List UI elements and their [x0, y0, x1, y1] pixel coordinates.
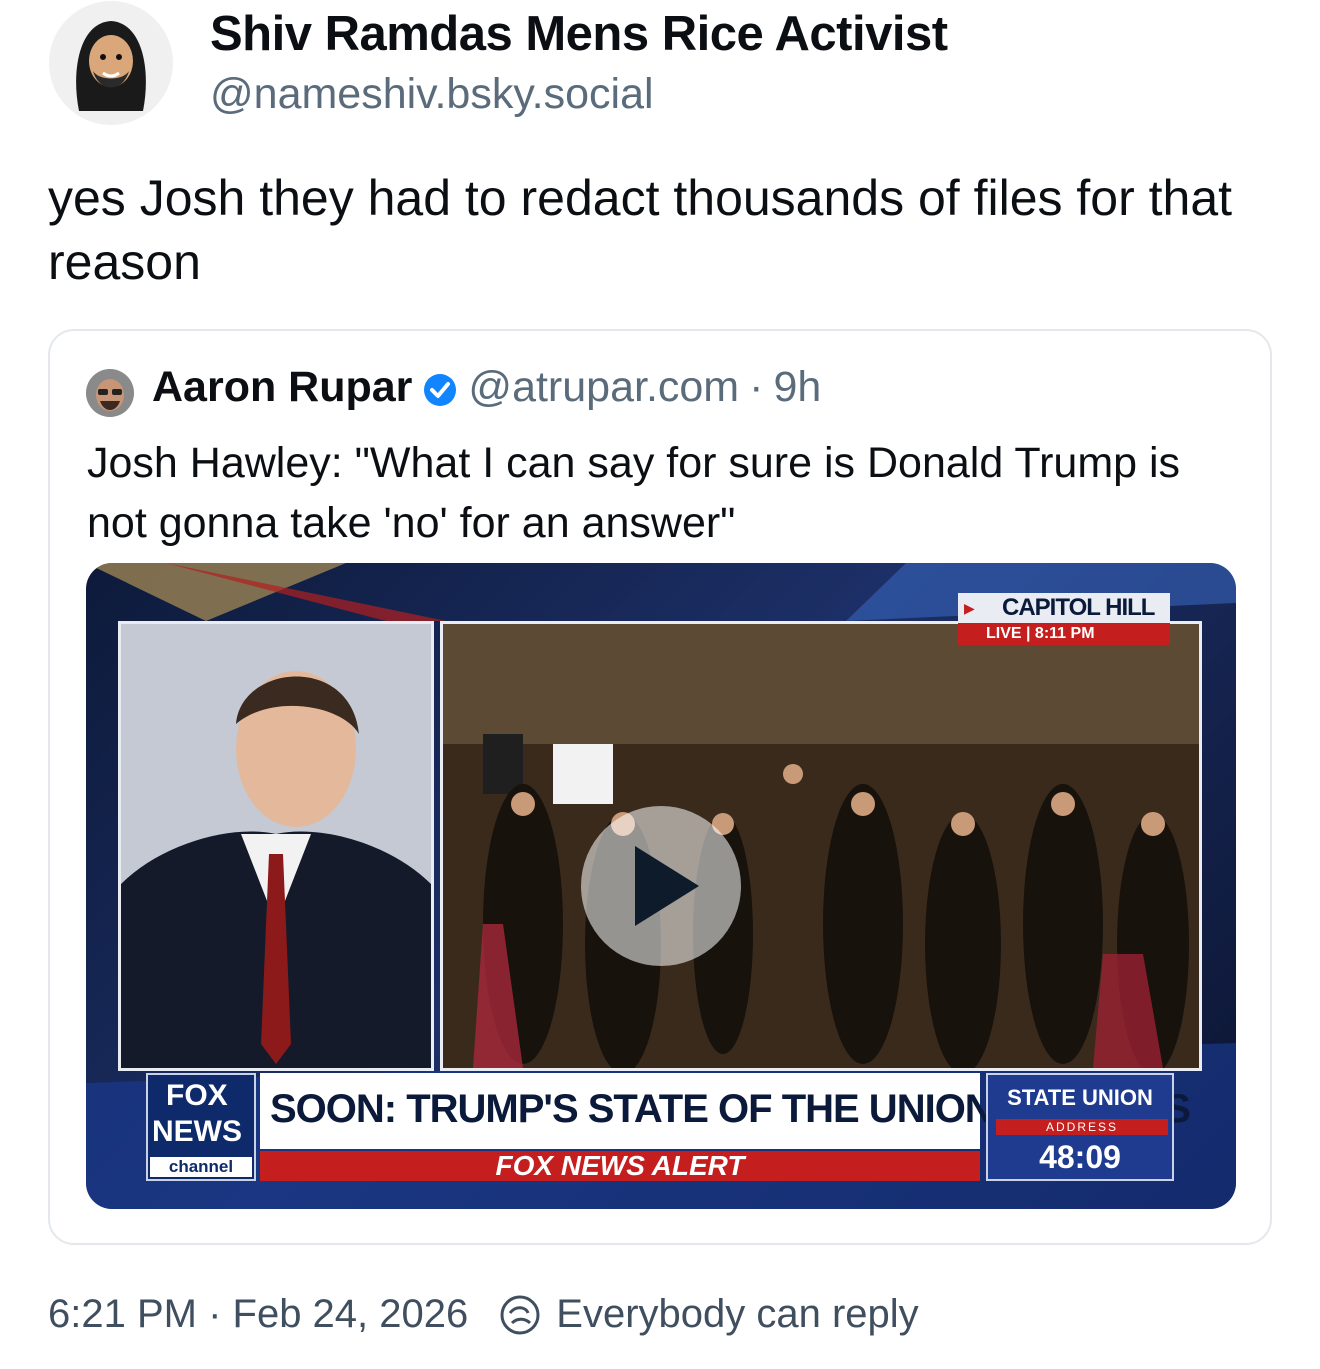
play-icon	[635, 846, 699, 926]
location-label: CAPITOL HILL	[958, 593, 1170, 623]
author-avatar[interactable]	[49, 1, 173, 125]
live-label: LIVE | 8:11 PM	[958, 623, 1170, 645]
location-bug: CAPITOL HILL LIVE | 8:11 PM	[958, 593, 1170, 649]
alert-banner: FOX NEWS ALERT	[260, 1151, 980, 1181]
verified-badge-icon	[422, 370, 458, 406]
post-text: yes Josh they had to redact thousands of…	[48, 170, 1233, 290]
sotu-subtitle: ADDRESS	[996, 1119, 1168, 1135]
quote-text: Josh Hawley: "What I can say for sure is…	[87, 439, 1181, 547]
quote-timestamp[interactable]: 9h	[773, 363, 821, 412]
logo-text-top: FOX	[166, 1079, 228, 1112]
logo-text-mid: NEWS	[152, 1115, 242, 1148]
reply-setting-icon	[498, 1293, 542, 1337]
quote-author-handle[interactable]: @atrupar.com	[468, 363, 739, 412]
news-lower-third: FOX NEWS channel SOON: TRUMP'S STATE OF …	[146, 1073, 1191, 1181]
state-of-union-box: STATE UNION ADDRESS 48:09	[986, 1073, 1174, 1181]
reply-setting-label[interactable]: Everybody can reply	[556, 1292, 918, 1337]
quote-author-name[interactable]: Aaron Rupar	[152, 363, 412, 412]
logo-text-bottom: channel	[150, 1157, 252, 1177]
play-button[interactable]	[581, 806, 741, 966]
quote-header: Aaron Rupar @atrupar.com · 9h	[152, 363, 821, 412]
alert-text: FOX NEWS ALERT	[495, 1150, 745, 1181]
post-footer: 6:21 PM · Feb 24, 2026 Everybody can rep…	[48, 1292, 919, 1337]
headline-box: SOON: TRUMP'S STATE OF THE UNION ADDRESS	[260, 1073, 1191, 1149]
sotu-title: STATE UNION	[1007, 1085, 1153, 1110]
separator-dot: ·	[749, 363, 764, 411]
post-timestamp[interactable]: 6:21 PM · Feb 24, 2026	[48, 1292, 468, 1337]
author-handle[interactable]: @nameshiv.bsky.social	[210, 70, 654, 119]
video-frame-capitol	[440, 621, 1202, 1071]
video-player[interactable]: CAPITOL HILL LIVE | 8:11 PM FOX NEWS cha…	[86, 563, 1236, 1209]
quoted-post-card[interactable]: Aaron Rupar @atrupar.com · 9h Josh Hawle…	[48, 329, 1272, 1245]
video-frame-guest	[118, 621, 434, 1071]
quote-author-avatar[interactable]	[86, 369, 134, 417]
fox-news-logo: FOX NEWS channel	[146, 1073, 256, 1181]
countdown-timer: 48:09	[1039, 1139, 1121, 1175]
author-name[interactable]: Shiv Ramdas Mens Rice Activist	[210, 6, 948, 62]
